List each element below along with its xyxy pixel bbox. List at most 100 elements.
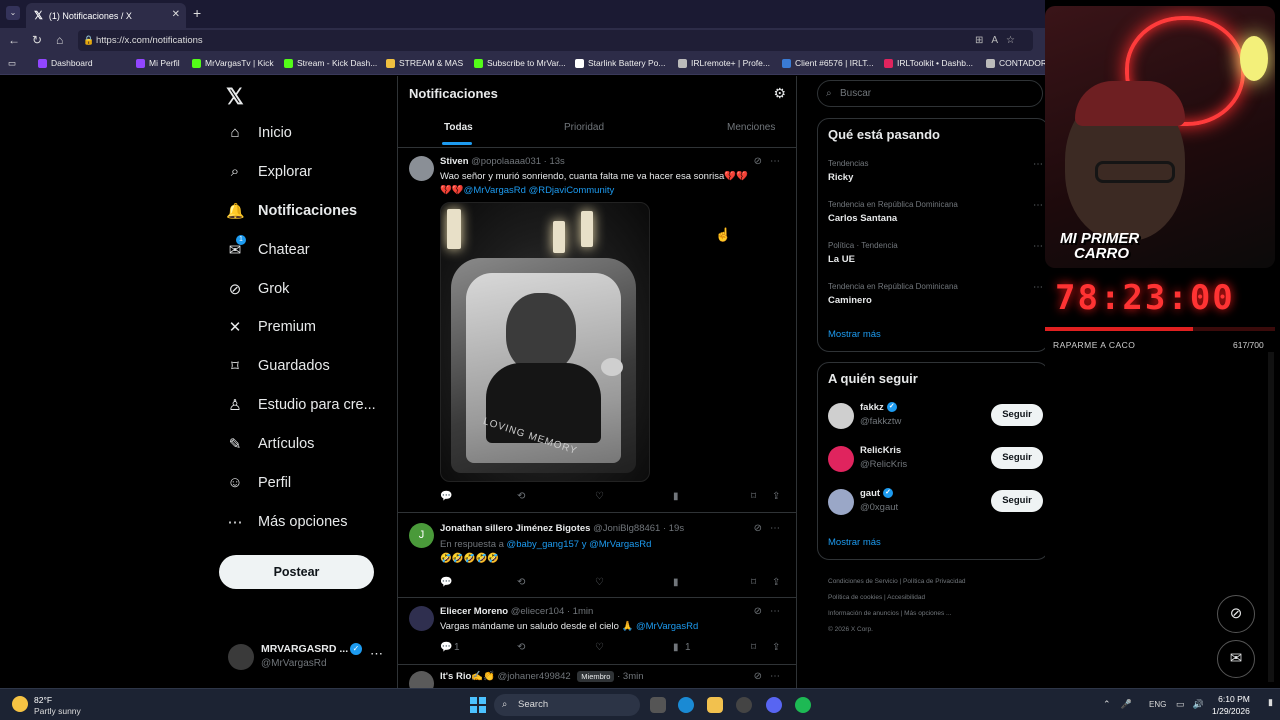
more-icon[interactable]: ⋯ bbox=[1033, 241, 1043, 252]
post-item[interactable]: Stiven @popolaaaa031 · 13s ⊘⋯ Wao señor … bbox=[398, 148, 796, 513]
taskbar-search[interactable]: ⌕ Search bbox=[494, 694, 640, 716]
post-tools[interactable]: ⊘⋯ bbox=[754, 156, 788, 167]
views-icon[interactable]: ▮ bbox=[673, 577, 679, 588]
nav-item-grok[interactable]: ⊘ Grok bbox=[226, 280, 290, 298]
scrollbar[interactable] bbox=[1268, 352, 1274, 682]
browser-tab[interactable]: 𝕏 (1) Notificaciones / X ✕ bbox=[26, 3, 186, 28]
more-icon[interactable]: ⋯ bbox=[1033, 159, 1043, 170]
account-switcher[interactable]: MRVARGASRD ... ✓ @MrVargasRd ⋯ bbox=[226, 640, 396, 676]
post-tools[interactable]: ⊘⋯ bbox=[754, 671, 788, 682]
trend-item[interactable]: Tendencias Ricky ⋯ bbox=[828, 159, 1043, 183]
footer-link[interactable]: Más opciones ... bbox=[904, 610, 951, 617]
post-tools[interactable]: ⊘⋯ bbox=[754, 606, 788, 617]
post-tools[interactable]: ⊘⋯ bbox=[754, 523, 788, 534]
trend-item[interactable]: Tendencia en República Dominicana Caminer… bbox=[828, 282, 1043, 306]
clock[interactable]: 6:10 PM 1/29/2026 bbox=[1212, 693, 1250, 717]
author-name[interactable]: It's Rio✍️👏 bbox=[440, 671, 495, 682]
new-tab-button[interactable]: + bbox=[193, 5, 201, 21]
more-icon[interactable]: ⋯ bbox=[1033, 282, 1043, 293]
bookmark-item[interactable]: Dashboard bbox=[38, 58, 93, 68]
post-mentions[interactable]: @MrVargasRd @RDjaviCommunity bbox=[464, 185, 615, 196]
tab-prioridad[interactable]: Prioridad bbox=[564, 122, 604, 133]
share-icon[interactable]: ⇪ bbox=[772, 491, 780, 502]
like-icon[interactable]: ♡ bbox=[595, 642, 604, 653]
nav-item-guardados[interactable]: ⌑ Guardados bbox=[226, 357, 330, 375]
system-tray[interactable]: ⌃🎤 bbox=[1103, 699, 1142, 710]
bookmark-item[interactable]: Mi Perfil bbox=[136, 58, 180, 68]
nav-item-explorar[interactable]: ⌕ Explorar bbox=[226, 163, 312, 180]
tab-menciones[interactable]: Menciones bbox=[727, 122, 775, 133]
post-item[interactable]: Eliecer Moreno @eliecer104 · 1min ⊘⋯ Var… bbox=[398, 598, 796, 665]
follow-button[interactable]: Seguir bbox=[991, 404, 1043, 426]
share-icon[interactable]: ⇪ bbox=[772, 642, 780, 653]
nav-item-notificaciones[interactable]: 🔔 Notificaciones bbox=[226, 202, 357, 220]
bookmark-icon[interactable]: ⌑ bbox=[751, 491, 756, 502]
post-mention[interactable]: @MrVargasRd bbox=[636, 621, 698, 632]
views-icon[interactable]: ▮ bbox=[673, 491, 679, 502]
notification-center-icon[interactable]: ▮ bbox=[1268, 697, 1276, 711]
obs-icon[interactable] bbox=[736, 697, 752, 713]
post-item[interactable]: It's Rio✍️👏 @johaner499842 Miembro · 3mi… bbox=[398, 665, 796, 688]
follow-suggestion[interactable]: fakkz ✓ @fakkztw Seguir bbox=[828, 400, 1043, 436]
bookmark-item[interactable]: Client #6576 | IRLT... bbox=[782, 58, 874, 68]
messages-fab-icon[interactable]: ✉ bbox=[1217, 640, 1255, 678]
like-icon[interactable]: ♡ bbox=[595, 491, 604, 502]
spotify-icon[interactable] bbox=[795, 697, 811, 713]
bookmark-icon[interactable]: ⌑ bbox=[751, 577, 756, 588]
bookmark-item[interactable]: Subscribe to MrVar... bbox=[474, 58, 566, 68]
bookmark-item[interactable]: STREAM & MAS bbox=[386, 58, 463, 68]
reply-icon[interactable]: 💬 bbox=[440, 577, 452, 588]
author-name[interactable]: Jonathan sillero Jiménez Bigotes bbox=[440, 523, 590, 534]
address-bar-actions[interactable]: ⊞A☆ bbox=[975, 30, 1023, 51]
nav-item-más-opciones[interactable]: ⋯ Más opciones bbox=[226, 513, 348, 531]
bookmark-item[interactable]: Starlink Battery Po... bbox=[575, 58, 665, 68]
post-image[interactable]: LOVING MEMORY bbox=[440, 202, 650, 482]
home-browser-icon[interactable]: ⌂ bbox=[56, 33, 63, 47]
follow-button[interactable]: Seguir bbox=[991, 490, 1043, 512]
trend-item[interactable]: Tendencia en República Dominicana Carlos … bbox=[828, 200, 1043, 224]
nav-item-perfil[interactable]: ☺ Perfil bbox=[226, 474, 291, 491]
back-icon[interactable]: ← bbox=[8, 33, 20, 47]
x-logo-icon[interactable]: 𝕏 bbox=[226, 84, 244, 110]
reply-to[interactable]: @baby_gang157 y @MrVargasRd bbox=[507, 539, 652, 550]
tray-icons[interactable]: ▭🔊 bbox=[1176, 699, 1212, 710]
bookmark-item[interactable]: IRLToolkit • Dashb... bbox=[884, 58, 973, 68]
repost-icon[interactable]: ⟲ bbox=[517, 491, 525, 502]
follow-suggestion[interactable]: gaut ✓ @0xgaut Seguir bbox=[828, 486, 1043, 522]
footer-link[interactable]: Condiciones de Servicio bbox=[828, 578, 898, 585]
bookmark-item[interactable]: CONTADOR bbox=[986, 58, 1047, 68]
nav-item-chatear[interactable]: ✉ 1 Chatear bbox=[226, 235, 310, 259]
trend-item[interactable]: Política · Tendencia La UE ⋯ bbox=[828, 241, 1043, 265]
tab-todas[interactable]: Todas bbox=[444, 122, 473, 133]
follow-button[interactable]: Seguir bbox=[991, 447, 1043, 469]
footer-link[interactable]: Información de anuncios bbox=[828, 610, 899, 617]
reply-icon[interactable]: 💬 bbox=[440, 642, 452, 653]
task-view-icon[interactable] bbox=[650, 697, 666, 713]
nav-item-artículos[interactable]: ✎ Artículos bbox=[226, 435, 315, 453]
discord-icon[interactable] bbox=[766, 697, 782, 713]
show-more-trends-link[interactable]: Mostrar más bbox=[828, 329, 881, 340]
bookmark-item[interactable]: MrVargasTv | Kick bbox=[192, 58, 274, 68]
repost-icon[interactable]: ⟲ bbox=[517, 642, 525, 653]
footer-link[interactable]: Política de cookies bbox=[828, 594, 882, 601]
file-explorer-icon[interactable] bbox=[707, 697, 723, 713]
footer-link[interactable]: Política de Privacidad bbox=[903, 578, 966, 585]
search-input[interactable]: ⌕ Buscar bbox=[817, 80, 1043, 107]
address-bar[interactable]: 🔒 https://x.com/notifications ⊞A☆ bbox=[78, 30, 1033, 51]
close-tab-icon[interactable]: ✕ bbox=[172, 9, 180, 20]
bookmark-item[interactable]: Stream - Kick Dash... bbox=[284, 58, 377, 68]
author-name[interactable]: Eliecer Moreno bbox=[440, 606, 508, 617]
post-item[interactable]: J Jonathan sillero Jiménez Bigotes @Joni… bbox=[398, 513, 796, 598]
tab-list-button[interactable]: ⌄ bbox=[6, 6, 20, 20]
more-options-icon[interactable]: ⋯ bbox=[370, 646, 383, 662]
share-icon[interactable]: ⇪ bbox=[772, 577, 780, 588]
views-icon[interactable]: ▮ bbox=[673, 642, 679, 653]
repost-icon[interactable]: ⟲ bbox=[517, 577, 525, 588]
bookmark-item[interactable]: IRLremote+ | Profe... bbox=[678, 58, 770, 68]
follow-suggestion[interactable]: RelicKris @RelicKris Seguir bbox=[828, 443, 1043, 479]
edge-icon[interactable] bbox=[678, 697, 694, 713]
grok-fab-icon[interactable]: ⊘ bbox=[1217, 595, 1255, 633]
more-icon[interactable]: ⋯ bbox=[1033, 200, 1043, 211]
settings-gear-icon[interactable]: ⚙ bbox=[773, 85, 786, 102]
reload-icon[interactable]: ↻ bbox=[32, 33, 42, 47]
